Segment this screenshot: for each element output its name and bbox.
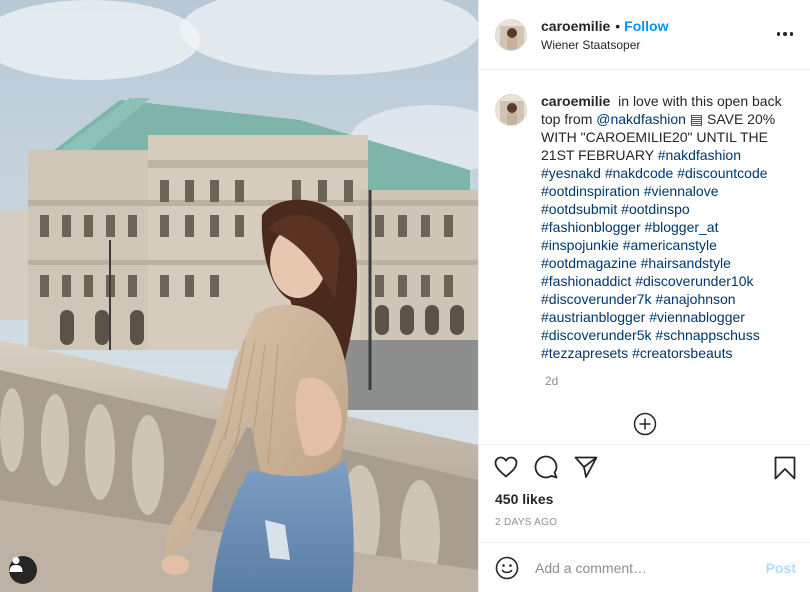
post-header: caroemilie • Follow Wiener Staatsoper	[479, 0, 810, 70]
hashtag-link[interactable]: #ootdinspiration	[541, 183, 640, 199]
share-icon	[574, 456, 598, 478]
hashtag-link[interactable]: #discoverunder5k	[541, 327, 652, 343]
hashtag-link[interactable]: #creatorsbeauts	[632, 345, 732, 361]
hashtag-link[interactable]: #viennalove	[644, 183, 719, 199]
hashtag-link[interactable]: #ootdmagazine	[541, 255, 637, 271]
hashtag-link[interactable]: #hairsandstyle	[641, 255, 731, 271]
hashtag-link[interactable]: #ootdsubmit	[541, 201, 617, 217]
comment-icon	[534, 455, 558, 478]
hashtag-link[interactable]: #inspojunkie	[541, 237, 619, 253]
hashtag-link[interactable]: #discountcode	[677, 165, 767, 181]
photo-vienna-opera	[0, 0, 478, 592]
post-sidebar: caroemilie • Follow Wiener Staatsoper ca…	[478, 0, 810, 592]
hashtag-link[interactable]: #anajohnson	[655, 291, 735, 307]
comments-section: caroemilie in love with this open back t…	[479, 70, 810, 444]
more-options-icon	[776, 32, 781, 36]
location-link[interactable]: Wiener Staatsoper	[541, 38, 669, 52]
post-photo[interactable]	[0, 0, 478, 592]
mention-link[interactable]: @nakdfashion	[596, 111, 686, 127]
action-bar	[479, 444, 810, 488]
caption-row: caroemilie in love with this open back t…	[495, 92, 796, 362]
plus-circle-icon[interactable]	[633, 412, 657, 436]
caption-time-ago: 2d	[545, 374, 559, 388]
separator-dot: •	[615, 17, 621, 34]
emoji-icon[interactable]	[495, 556, 519, 580]
hashtag-link[interactable]: #discoverunder10k	[635, 273, 753, 289]
add-comment-bar: Post	[479, 542, 810, 592]
comment-input[interactable]	[535, 559, 766, 576]
hashtag-link[interactable]: #yesnakd	[541, 165, 601, 181]
hashtag-link[interactable]: #fashionaddict	[541, 273, 631, 289]
like-button[interactable]	[493, 454, 519, 480]
save-button[interactable]	[772, 455, 798, 481]
more-dot	[783, 32, 787, 36]
hashtag-list: #nakdfashion #yesnakd #nakdcode #discoun…	[541, 147, 768, 361]
more-dot	[789, 32, 794, 36]
hashtag-link[interactable]: #americanstyle	[623, 237, 717, 253]
user-tag-icon	[9, 557, 23, 572]
hashtag-link[interactable]: #tezzapresets	[541, 345, 628, 361]
hashtag-link[interactable]: #ootdinspo	[621, 201, 690, 217]
hashtag-link[interactable]: #viennablogger	[649, 309, 745, 325]
avatar[interactable]	[495, 18, 527, 51]
follow-button[interactable]: Follow	[624, 18, 668, 34]
post-date[interactable]: 2 DAYS AGO	[479, 512, 810, 542]
caption-username[interactable]: caroemilie	[541, 93, 610, 109]
hashtag-link[interactable]: #discoverunder7k	[541, 291, 652, 307]
instagram-post: caroemilie • Follow Wiener Staatsoper ca…	[0, 0, 810, 592]
hashtag-link[interactable]: #schnappschuss	[655, 327, 759, 343]
share-button[interactable]	[573, 454, 599, 480]
hashtag-link[interactable]: #austrianblogger	[541, 309, 645, 325]
hashtag-link[interactable]: #nakdfashion	[658, 147, 741, 163]
caption-avatar[interactable]	[495, 94, 527, 126]
likes-count[interactable]: 450 likes	[479, 488, 810, 512]
heart-icon	[494, 456, 518, 477]
more-options-button[interactable]	[774, 26, 796, 42]
hashtag-link[interactable]: #fashionblogger	[541, 219, 641, 235]
header-username[interactable]: caroemilie	[541, 18, 610, 34]
tag-user-button[interactable]	[9, 556, 37, 584]
avatar-image	[496, 95, 526, 125]
hashtag-link[interactable]: #blogger_at	[645, 219, 719, 235]
avatar-image	[496, 19, 526, 50]
post-comment-button[interactable]: Post	[766, 560, 796, 576]
bookmark-icon	[774, 456, 796, 480]
comment-button[interactable]	[533, 454, 559, 480]
hashtag-link[interactable]: #nakdcode	[605, 165, 674, 181]
caption-text: caroemilie in love with this open back t…	[541, 92, 793, 362]
